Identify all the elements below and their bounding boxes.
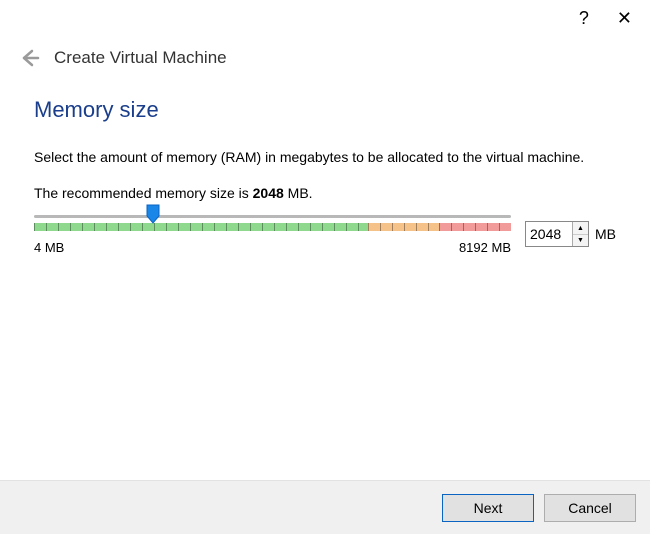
cancel-button[interactable]: Cancel (544, 494, 636, 522)
recommend-value: 2048 (253, 185, 284, 201)
slider-max-label: 8192 MB (459, 240, 511, 255)
content-area: Memory size Select the amount of memory … (0, 69, 650, 255)
slider-thumb[interactable] (146, 204, 160, 224)
memory-slider[interactable]: 4 MB 8192 MB (34, 215, 511, 255)
memory-spinbox: ▲ ▼ MB (525, 221, 616, 247)
wizard-title: Create Virtual Machine (54, 48, 227, 68)
slider-min-label: 4 MB (34, 240, 64, 255)
recommended-text: The recommended memory size is 2048 MB. (34, 185, 616, 201)
slider-groove (34, 215, 511, 218)
recommend-prefix: The recommended memory size is (34, 185, 253, 201)
spin-buttons: ▲ ▼ (572, 222, 588, 246)
memory-unit: MB (595, 226, 616, 242)
close-icon[interactable]: ✕ (617, 8, 632, 29)
memory-input[interactable] (526, 222, 572, 246)
instruction-text: Select the amount of memory (RAM) in meg… (34, 147, 616, 167)
slider-zone-red (439, 220, 511, 234)
memory-slider-row: 4 MB 8192 MB ▲ ▼ MB (34, 215, 616, 255)
slider-zone-orange (368, 220, 440, 234)
slider-ticks (34, 220, 511, 234)
back-arrow-icon[interactable] (18, 47, 40, 69)
spin-down-icon[interactable]: ▼ (573, 235, 588, 247)
page-heading: Memory size (34, 97, 616, 123)
titlebar: ? ✕ (0, 0, 650, 29)
recommend-suffix: MB. (284, 185, 313, 201)
footer: Next Cancel (0, 480, 650, 534)
help-icon[interactable]: ? (579, 8, 589, 29)
header: Create Virtual Machine (0, 29, 650, 69)
slider-labels: 4 MB 8192 MB (34, 240, 511, 255)
next-button[interactable]: Next (442, 494, 534, 522)
spinbox-field: ▲ ▼ (525, 221, 589, 247)
slider-zone-green (34, 220, 368, 234)
spin-up-icon[interactable]: ▲ (573, 222, 588, 235)
